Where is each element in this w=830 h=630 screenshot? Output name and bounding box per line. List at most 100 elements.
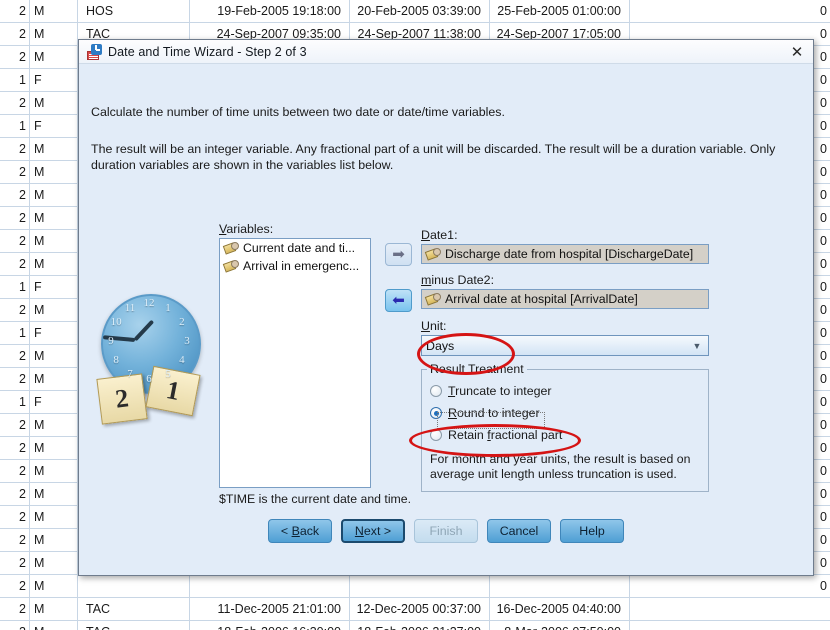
table-cell-sex[interactable]: M bbox=[30, 207, 78, 229]
table-cell-d1[interactable] bbox=[190, 575, 350, 597]
table-cell-id[interactable]: 1 bbox=[0, 322, 30, 344]
table-cell-d4[interactable] bbox=[630, 598, 830, 620]
table-cell-d1[interactable]: 18-Feb-2006 16:30:00 bbox=[190, 621, 350, 630]
table-cell-unit[interactable]: HOS bbox=[78, 0, 190, 22]
table-cell-id[interactable]: 2 bbox=[0, 0, 30, 22]
unit-dropdown[interactable]: Days ▼ bbox=[421, 335, 709, 356]
date1-field[interactable]: Discharge date from hospital [DischargeD… bbox=[421, 244, 709, 264]
table-cell-sex[interactable]: M bbox=[30, 483, 78, 505]
table-row[interactable]: 2 M TAC 11-Dec-2005 21:01:00 12-Dec-2005 00:… bbox=[0, 598, 830, 621]
table-cell-sex[interactable]: M bbox=[30, 575, 78, 597]
table-row[interactable]: 2MTAC18-Feb-2006 16:30:0018-Feb-2006 21:… bbox=[0, 621, 830, 630]
table-cell-sex[interactable]: F bbox=[30, 276, 78, 298]
intro-paragraph-1: Calculate the number of time units betwe… bbox=[91, 105, 505, 119]
table-cell-id[interactable]: 2 bbox=[0, 299, 30, 321]
table-cell-d3[interactable]: 16-Dec-2005 04:40:00 bbox=[490, 598, 630, 620]
table-cell-id[interactable]: 1 bbox=[0, 69, 30, 91]
table-cell-id[interactable]: 2 bbox=[0, 23, 30, 45]
table-cell-id[interactable]: 2 bbox=[0, 345, 30, 367]
table-cell-id[interactable]: 2 bbox=[0, 368, 30, 390]
table-cell-id[interactable]: 2 bbox=[0, 92, 30, 114]
table-cell-sex[interactable]: F bbox=[30, 391, 78, 413]
table-cell-d4[interactable]: 0 bbox=[630, 575, 830, 597]
table-cell-id[interactable]: 2 bbox=[0, 161, 30, 183]
calendar-clock-icon bbox=[86, 43, 102, 60]
variables-listbox[interactable]: Current date and ti... Arrival in emergen… bbox=[219, 238, 371, 488]
radio-retain-fractional-part[interactable]: Retain fractional part bbox=[430, 428, 562, 442]
chevron-down-icon[interactable]: ▼ bbox=[686, 341, 708, 351]
table-cell-sex[interactable]: M bbox=[30, 368, 78, 390]
table-cell-sex[interactable]: F bbox=[30, 69, 78, 91]
table-cell-id[interactable]: 2 bbox=[0, 621, 30, 630]
help-button[interactable]: Help bbox=[560, 519, 624, 543]
table-cell-sex[interactable]: M bbox=[30, 345, 78, 367]
table-cell-id[interactable]: 1 bbox=[0, 276, 30, 298]
next-button[interactable]: Next > bbox=[341, 519, 405, 543]
table-cell-id[interactable]: 2 bbox=[0, 414, 30, 436]
table-cell-sex[interactable]: M bbox=[30, 161, 78, 183]
table-cell-sex[interactable]: M bbox=[30, 598, 78, 620]
table-cell-id[interactable]: 1 bbox=[0, 391, 30, 413]
table-cell-sex[interactable]: M bbox=[30, 299, 78, 321]
table-cell-id[interactable]: 2 bbox=[0, 46, 30, 68]
close-icon[interactable]: ✕ bbox=[787, 42, 807, 61]
table-cell-id[interactable]: 2 bbox=[0, 437, 30, 459]
table-cell-sex[interactable]: M bbox=[30, 138, 78, 160]
table-cell-d1[interactable]: 11-Dec-2005 21:01:00 bbox=[190, 598, 350, 620]
table-cell-id[interactable]: 2 bbox=[0, 483, 30, 505]
table-cell-sex[interactable]: M bbox=[30, 437, 78, 459]
table-cell-id[interactable]: 2 bbox=[0, 598, 30, 620]
table-row[interactable]: 2 M HOS 19-Feb-2005 19:18:00 20-Feb-2005 03:… bbox=[0, 0, 830, 23]
table-cell-sex[interactable]: M bbox=[30, 23, 78, 45]
table-cell-d4[interactable] bbox=[630, 621, 830, 630]
table-cell-id[interactable]: 2 bbox=[0, 253, 30, 275]
table-cell-id[interactable]: 2 bbox=[0, 460, 30, 482]
table-cell-d2[interactable]: 18-Feb-2006 21:27:00 bbox=[350, 621, 490, 630]
table-cell-sex[interactable]: F bbox=[30, 115, 78, 137]
table-cell-sex[interactable]: M bbox=[30, 621, 78, 630]
table-cell-sex[interactable]: M bbox=[30, 92, 78, 114]
table-cell-sex[interactable]: M bbox=[30, 460, 78, 482]
table-cell-sex[interactable]: M bbox=[30, 506, 78, 528]
dialog-titlebar[interactable]: Date and Time Wizard - Step 2 of 3 ✕ bbox=[79, 40, 813, 64]
table-cell-d2[interactable] bbox=[350, 575, 490, 597]
list-item[interactable]: Arrival in emergenc... bbox=[220, 257, 370, 275]
list-item-label: Arrival in emergenc... bbox=[243, 259, 360, 273]
table-cell-d1[interactable]: 19-Feb-2005 19:18:00 bbox=[190, 0, 350, 22]
table-cell-id[interactable]: 2 bbox=[0, 575, 30, 597]
table-cell-d3[interactable]: 8-Mar-2006 07:50:00 bbox=[490, 621, 630, 630]
table-cell-id[interactable]: 2 bbox=[0, 506, 30, 528]
table-cell-unit[interactable]: TAC bbox=[78, 598, 190, 620]
table-cell-sex[interactable]: M bbox=[30, 230, 78, 252]
table-cell-id[interactable]: 1 bbox=[0, 115, 30, 137]
table-cell-d3[interactable] bbox=[490, 575, 630, 597]
table-cell-unit[interactable]: TAC bbox=[78, 621, 190, 630]
table-cell-id[interactable]: 2 bbox=[0, 230, 30, 252]
table-cell-id[interactable]: 2 bbox=[0, 552, 30, 574]
move-right-arrow-icon[interactable]: ➡ bbox=[385, 243, 412, 266]
table-row[interactable]: 2M 0 bbox=[0, 575, 830, 598]
table-cell-sex[interactable]: M bbox=[30, 253, 78, 275]
table-cell-unit[interactable] bbox=[78, 575, 190, 597]
table-cell-sex[interactable]: M bbox=[30, 414, 78, 436]
table-cell-sex[interactable]: M bbox=[30, 46, 78, 68]
table-cell-sex[interactable]: F bbox=[30, 322, 78, 344]
move-left-arrow-icon[interactable]: ⬅ bbox=[385, 289, 412, 312]
table-cell-sex[interactable]: M bbox=[30, 529, 78, 551]
table-cell-id[interactable]: 2 bbox=[0, 207, 30, 229]
radio-truncate-to-integer[interactable]: Truncate to integer bbox=[430, 384, 552, 398]
table-cell-d2[interactable]: 20-Feb-2005 03:39:00 bbox=[350, 0, 490, 22]
table-cell-d4[interactable]: 0 bbox=[630, 0, 830, 22]
table-cell-id[interactable]: 2 bbox=[0, 184, 30, 206]
back-button[interactable]: < Back bbox=[268, 519, 332, 543]
table-cell-d3[interactable]: 25-Feb-2005 01:00:00 bbox=[490, 0, 630, 22]
cancel-button[interactable]: Cancel bbox=[487, 519, 551, 543]
table-cell-sex[interactable]: M bbox=[30, 184, 78, 206]
table-cell-id[interactable]: 2 bbox=[0, 138, 30, 160]
table-cell-d2[interactable]: 12-Dec-2005 00:37:00 bbox=[350, 598, 490, 620]
table-cell-sex[interactable]: M bbox=[30, 552, 78, 574]
table-cell-sex[interactable]: M bbox=[30, 0, 78, 22]
date2-field[interactable]: Arrival date at hospital [ArrivalDate] bbox=[421, 289, 709, 309]
list-item[interactable]: Current date and ti... bbox=[220, 239, 370, 257]
table-cell-id[interactable]: 2 bbox=[0, 529, 30, 551]
